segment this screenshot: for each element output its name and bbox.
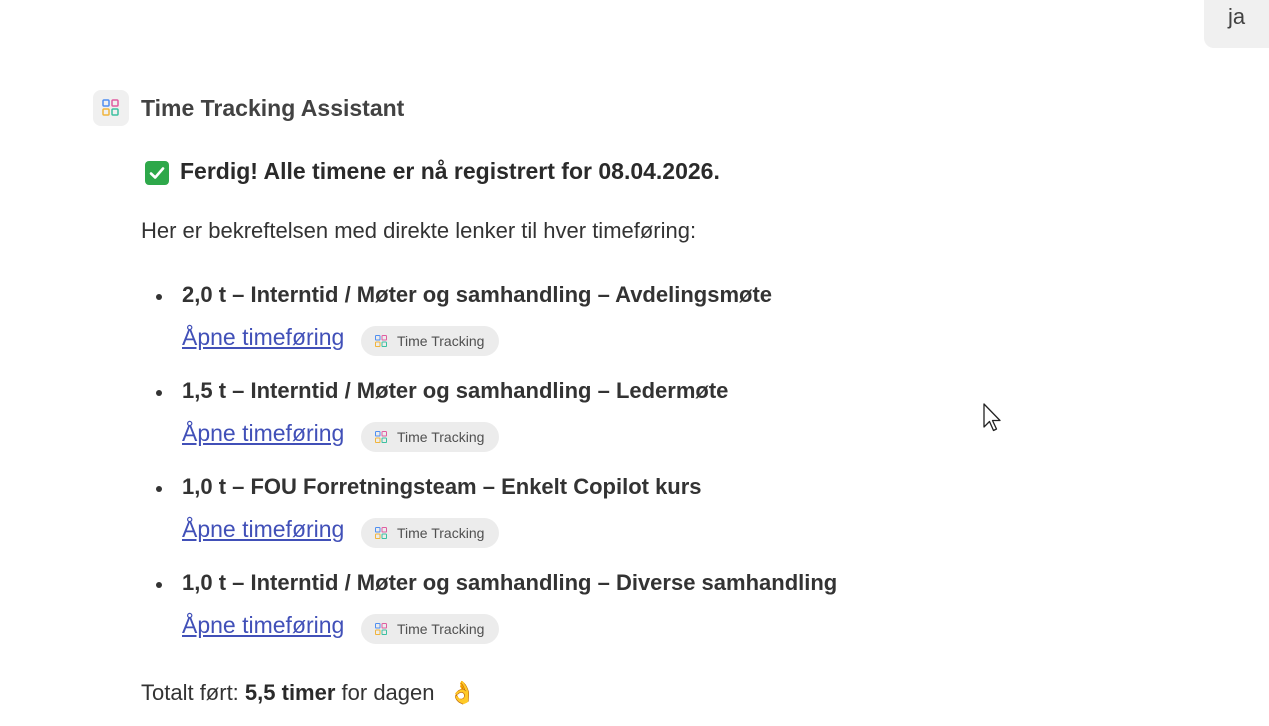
entry-title: 2,0 t – Interntid / Møter og samhandling… xyxy=(182,282,773,307)
bullet xyxy=(156,390,162,396)
total-hours: 5,5 timer xyxy=(244,680,336,705)
source-chip[interactable]: Time Tracking xyxy=(361,326,499,356)
headline-text: Ferdig! Alle timene er nå registrert for… xyxy=(180,158,720,184)
source-chip[interactable]: Time Tracking xyxy=(361,518,499,548)
apps-grid-icon xyxy=(375,335,387,347)
list-item: 2,0 t – Interntid / Møter og samhandling… xyxy=(141,282,1141,378)
agent-name: Time Tracking Assistant xyxy=(141,95,405,121)
source-chip[interactable]: Time Tracking xyxy=(361,422,499,452)
bullet xyxy=(156,486,162,492)
entry-title: 1,5 t – Interntid / Møter og samhandling… xyxy=(182,378,729,403)
entry-title: 1,0 t – FOU Forretningsteam – Enkelt Cop… xyxy=(182,474,702,499)
source-chip[interactable]: Time Tracking xyxy=(361,614,499,644)
total-summary: Totalt ført: 5,5 timer for dagen 👌 xyxy=(141,680,476,706)
check-mark-button-icon xyxy=(145,161,169,185)
open-time-entry-link[interactable]: Åpne timeføring xyxy=(182,324,344,351)
user-message-bubble: ja xyxy=(1204,0,1269,48)
list-item: 1,0 t – Interntid / Møter og samhandling… xyxy=(141,570,1141,666)
bullet xyxy=(156,582,162,588)
time-entry-list: 2,0 t – Interntid / Møter og samhandling… xyxy=(141,282,1141,666)
user-message-text: ja xyxy=(1228,4,1246,29)
list-item: 1,0 t – FOU Forretningsteam – Enkelt Cop… xyxy=(141,474,1141,570)
apps-grid-icon xyxy=(375,431,387,443)
source-chip-label: Time Tracking xyxy=(397,621,485,637)
source-chip-label: Time Tracking xyxy=(397,429,485,445)
total-suffix: for dagen xyxy=(335,680,441,705)
open-time-entry-link[interactable]: Åpne timeføring xyxy=(182,420,344,447)
total-prefix: Totalt ført: xyxy=(141,680,245,705)
apps-grid-icon xyxy=(93,90,129,126)
bullet xyxy=(156,294,162,300)
source-chip-label: Time Tracking xyxy=(397,525,485,541)
ok-hand-icon: 👌 xyxy=(448,680,477,705)
apps-grid-icon xyxy=(375,527,387,539)
open-time-entry-link[interactable]: Åpne timeføring xyxy=(182,516,344,543)
open-time-entry-link[interactable]: Åpne timeføring xyxy=(182,612,344,639)
mouse-cursor-icon xyxy=(983,403,1001,432)
intro-text: Her er bekreftelsen med direkte lenker t… xyxy=(141,218,697,243)
source-chip-label: Time Tracking xyxy=(397,333,485,349)
apps-grid-icon xyxy=(375,623,387,635)
entry-title: 1,0 t – Interntid / Møter og samhandling… xyxy=(182,570,838,595)
